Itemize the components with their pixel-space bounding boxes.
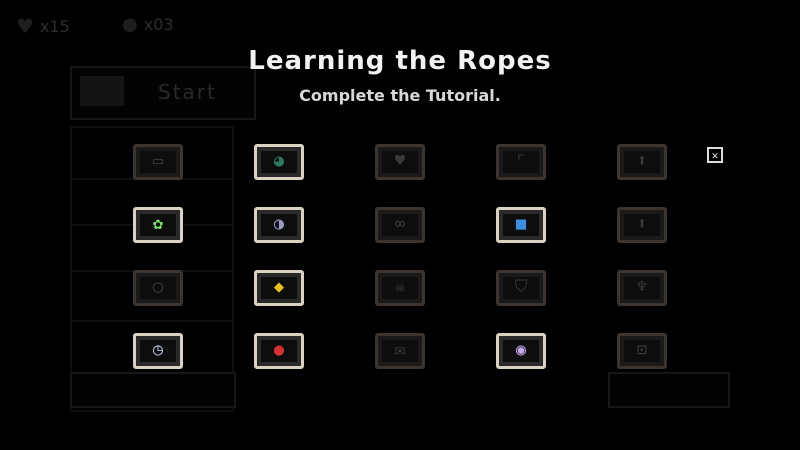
monitor-icon: ▭ xyxy=(152,151,164,171)
blue-book-icon: ■ xyxy=(515,214,527,234)
lock-icon: ⊡ xyxy=(636,340,648,360)
achievement-slot[interactable]: ◷ xyxy=(133,333,183,369)
achievement-slot[interactable]: ◑ xyxy=(254,207,304,243)
achievement-slot[interactable]: ✿ xyxy=(133,207,183,243)
achievement-slot[interactable]: ◯ xyxy=(133,270,183,306)
achievement-slot[interactable]: ◆ xyxy=(254,270,304,306)
up-arrow-icon: ⬆ xyxy=(636,151,648,171)
hearts-counter: ♥ x15 xyxy=(16,14,70,38)
fire-cat-icon: ◆ xyxy=(273,277,285,297)
frame-icon: ⌜ xyxy=(515,151,527,171)
close-icon[interactable]: ✕ xyxy=(707,147,723,163)
hearts-count: x15 xyxy=(39,16,70,36)
red-blob-icon: ● xyxy=(273,340,285,360)
achievement-slot[interactable]: ⬆ xyxy=(617,207,667,243)
achievement-slot[interactable]: ◉ xyxy=(496,333,546,369)
achievement-description: Complete the Tutorial. xyxy=(299,86,501,105)
shield-icon: ⛉ xyxy=(514,277,528,297)
bat-icon: ♆ xyxy=(636,277,648,297)
heart-icon: ♥ xyxy=(394,151,406,171)
quit-button xyxy=(70,372,236,408)
achievement-slot[interactable]: ■ xyxy=(496,207,546,243)
clock-icon: ◷ xyxy=(152,340,164,360)
achievement-slot[interactable]: ✉ xyxy=(375,333,425,369)
bombs-count: x03 xyxy=(143,15,174,34)
achievement-slot[interactable]: ∞ xyxy=(375,207,425,243)
heart-icon: ♥ xyxy=(16,14,34,38)
green-frog-icon: ✿ xyxy=(152,214,164,234)
achievement-slot[interactable]: ⛉ xyxy=(496,270,546,306)
infinity-icon: ∞ xyxy=(394,214,406,234)
circle-icon: ◯ xyxy=(152,277,164,297)
achievement-title: Learning the Ropes xyxy=(248,46,552,76)
achievement-slot[interactable]: ♆ xyxy=(617,270,667,306)
achievement-slot[interactable]: ⬆ xyxy=(617,144,667,180)
credits-button xyxy=(608,372,730,408)
achievement-slot[interactable]: ◕ xyxy=(254,144,304,180)
achievement-slot[interactable]: ▭ xyxy=(133,144,183,180)
up-arrow-icon: ⬆ xyxy=(636,214,648,234)
bomb-icon: ● xyxy=(122,14,138,35)
achievement-slot[interactable]: ⌜ xyxy=(496,144,546,180)
bombs-counter: ● x03 xyxy=(122,14,174,35)
skull-icon: ☠ xyxy=(394,277,406,297)
achievement-slot[interactable]: ● xyxy=(254,333,304,369)
green-slime-icon: ◕ xyxy=(273,151,285,171)
achievement-slot[interactable]: ☠ xyxy=(375,270,425,306)
envelope-icon: ✉ xyxy=(394,340,406,360)
achievement-slot[interactable]: ⊡ xyxy=(617,333,667,369)
purple-orb-icon: ◉ xyxy=(515,340,527,360)
purple-ghost-icon: ◑ xyxy=(273,214,285,234)
achievement-slot[interactable]: ♥ xyxy=(375,144,425,180)
